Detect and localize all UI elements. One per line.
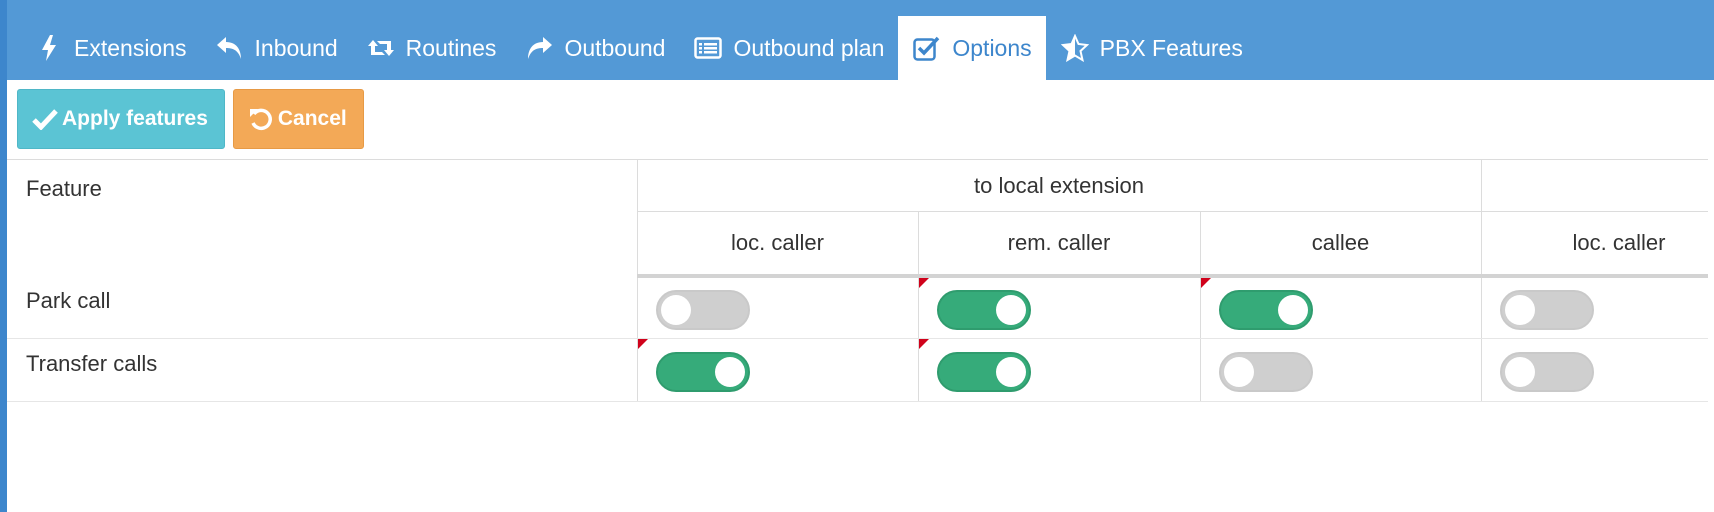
- tab-outbound[interactable]: Outbound: [510, 16, 679, 80]
- toggle-cell: [1200, 338, 1482, 402]
- feature-toggle[interactable]: [936, 352, 1031, 392]
- tab-bar: Extensions Inbound Routines Outbound Out…: [7, 0, 1708, 80]
- feature-name: Transfer calls: [7, 338, 638, 402]
- toggle-cell: [918, 275, 1201, 339]
- subheader-rem-caller: rem. caller: [918, 211, 1201, 278]
- subheader-loc-caller: loc. caller: [637, 211, 919, 278]
- tab-inbound[interactable]: Inbound: [201, 16, 352, 80]
- toggle-knob: [1277, 294, 1308, 325]
- table-row: Park call: [7, 275, 1708, 339]
- table-row: Transfer calls: [7, 338, 1708, 402]
- feature-toggle[interactable]: [1499, 352, 1594, 392]
- tab-options[interactable]: Options: [898, 16, 1046, 80]
- tab-label: Extensions: [74, 34, 187, 61]
- group-header-local-extension: to local extension: [637, 159, 1482, 212]
- reply-icon: [215, 33, 245, 63]
- feature-toggle[interactable]: [1218, 352, 1313, 392]
- tabbar-edge: [1708, 0, 1714, 80]
- group-header-next: [1481, 159, 1708, 212]
- tab-label: Inbound: [254, 34, 338, 61]
- tab-label: Outbound: [564, 34, 666, 61]
- cancel-label: Cancel: [277, 107, 347, 130]
- tab-label: Options: [952, 34, 1032, 61]
- feature-name: Park call: [7, 275, 638, 339]
- check-icon: [30, 104, 60, 134]
- retweet-icon: [366, 33, 396, 63]
- features-table-wrapper: Feature to local extension loc. caller r…: [7, 159, 1708, 512]
- left-accent-bar: [0, 0, 7, 512]
- cancel-button[interactable]: Cancel: [232, 89, 364, 149]
- tab-routines[interactable]: Routines: [352, 16, 511, 80]
- list-alt-icon: [693, 33, 723, 63]
- toggle-cell: [1481, 338, 1708, 402]
- check-square-icon: [912, 33, 942, 63]
- toggle-knob: [995, 294, 1026, 325]
- apply-features-button[interactable]: Apply features: [17, 89, 225, 149]
- features-table: Feature to local extension loc. caller r…: [7, 159, 1708, 402]
- subheader-loc-caller-2: loc. caller: [1481, 211, 1708, 278]
- toggle-knob: [660, 294, 691, 325]
- toggle-cell: [637, 338, 919, 402]
- tab-pbx-features[interactable]: PBX Features: [1046, 16, 1257, 80]
- bolt-icon: [34, 33, 64, 63]
- toolbar: Apply features Cancel: [17, 89, 364, 149]
- toggle-knob: [1504, 357, 1535, 387]
- subheader-callee: callee: [1200, 211, 1482, 278]
- toggle-knob: [1223, 357, 1254, 387]
- toggle-cell: [637, 275, 919, 339]
- tab-label: PBX Features: [1099, 34, 1243, 61]
- apply-features-label: Apply features: [62, 107, 208, 130]
- feature-toggle[interactable]: [1499, 289, 1594, 330]
- feature-toggle[interactable]: [1218, 289, 1313, 330]
- tab-extensions[interactable]: Extensions: [30, 16, 201, 80]
- right-page-edge: [1708, 80, 1714, 512]
- feature-toggle[interactable]: [655, 289, 750, 330]
- toggle-cell: [918, 338, 1201, 402]
- tab-label: Routines: [405, 34, 497, 61]
- tab-outbound-plan[interactable]: Outbound plan: [679, 16, 898, 80]
- undo-icon: [246, 104, 276, 134]
- feature-toggle[interactable]: [936, 289, 1031, 330]
- toggle-knob: [714, 357, 745, 387]
- feature-toggle[interactable]: [655, 352, 750, 392]
- star-half-icon: [1060, 33, 1090, 63]
- feature-column-header: Feature: [7, 159, 638, 276]
- share-icon: [524, 33, 554, 63]
- toggle-knob: [1504, 294, 1535, 325]
- tab-label: Outbound plan: [733, 34, 885, 61]
- toggle-cell: [1481, 275, 1708, 339]
- toggle-cell: [1200, 275, 1482, 339]
- toggle-knob: [995, 357, 1026, 387]
